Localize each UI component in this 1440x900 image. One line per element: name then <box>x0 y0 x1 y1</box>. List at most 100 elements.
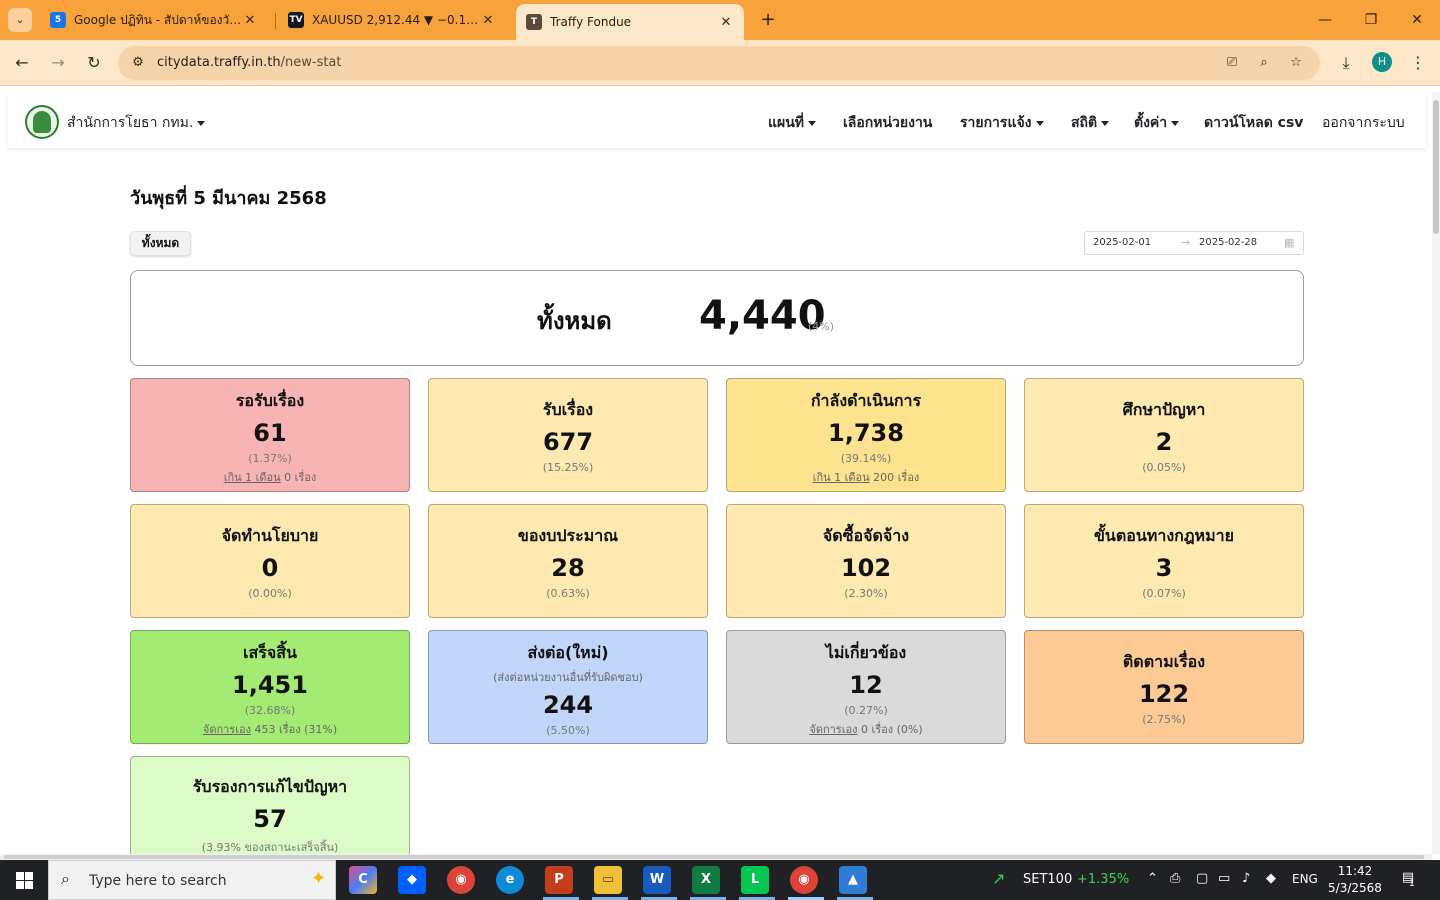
excel-icon[interactable]: X <box>692 866 720 894</box>
language-indicator[interactable]: ENG <box>1292 872 1318 886</box>
clock-time: 11:42 <box>1337 864 1373 878</box>
line-icon[interactable]: L <box>741 866 769 894</box>
card-percent: (1.37%) <box>248 452 292 465</box>
card-note: จัดการเอง 0 เรื่อง (0%) <box>727 720 1005 738</box>
arrow-right-icon: → <box>1181 236 1191 249</box>
tradingview-icon: TV <box>288 12 304 28</box>
tab-tradingview[interactable]: TV XAUUSD 2,912.44 ▼ −0.19% ไม่มีชื่อ ✕ <box>278 6 506 34</box>
copilot-icon[interactable]: C <box>349 866 377 894</box>
card-title: รับเรื่อง <box>542 400 594 419</box>
printer-icon[interactable]: ⎙ <box>1170 871 1180 886</box>
install-app-icon[interactable]: ⎚ <box>1220 51 1244 75</box>
date-range-picker[interactable]: 2025-02-01 → 2025-02-28 ▦ <box>1084 231 1304 255</box>
status-card-legal[interactable]: ขั้นตอนทางกฎหมาย 3 (0.07%) <box>1024 504 1304 618</box>
status-card-follow-up[interactable]: ติดตามเรื่อง 122 (2.75%) <box>1024 630 1304 744</box>
self-handled-link[interactable]: จัดการเอง <box>203 723 251 736</box>
powerpoint-icon[interactable]: P <box>545 866 573 894</box>
status-card-policy[interactable]: จัดทำนโยบาย 0 (0.00%) <box>130 504 410 618</box>
scrollbar-thumb[interactable] <box>4 855 1424 859</box>
volume-icon[interactable]: ♪ <box>1242 871 1250 886</box>
card-percent: (0.27%) <box>844 704 888 717</box>
reload-icon[interactable]: ↻ <box>80 49 108 77</box>
network-icon[interactable]: ▭ <box>1218 871 1230 886</box>
site-info-icon[interactable]: ⚙ <box>126 51 150 75</box>
nav-select-agency[interactable]: เลือกหน่วยงาน <box>843 112 932 134</box>
card-note-text: 0 เรื่อง (0%) <box>857 723 923 736</box>
url-text[interactable]: citydata.traffy.in.th/new-stat <box>157 55 342 70</box>
org-selector[interactable]: สำนักการโยธา กทม. <box>67 112 206 134</box>
nav-stats[interactable]: สถิติ <box>1071 112 1110 134</box>
file-explorer-icon[interactable]: ▭ <box>594 866 622 894</box>
tab-google-calendar[interactable]: 5 Google ปฏิทิน - สัปดาห์ของวันที่ 2 มีน… <box>40 6 268 34</box>
forward-icon[interactable]: → <box>44 49 72 77</box>
status-card-study[interactable]: ศึกษาปัญหา 2 (0.05%) <box>1024 378 1304 492</box>
back-icon[interactable]: ← <box>8 49 36 77</box>
notification-center-icon[interactable]: ▤ 1 <box>1398 870 1418 890</box>
chrome-profile-icon[interactable]: ◉ <box>790 866 818 894</box>
total-summary[interactable]: ทั้งหมด 4,440 (4%) <box>130 270 1304 366</box>
overdue-link[interactable]: เกิน 1 เดือน <box>224 471 281 484</box>
dropbox-icon[interactable]: ◆ <box>398 866 426 894</box>
nav-map[interactable]: แผนที่ <box>768 112 817 134</box>
chevron-down-icon <box>1101 120 1110 126</box>
page-vertical-scrollbar[interactable] <box>1432 92 1440 854</box>
restore-button[interactable]: ❐ <box>1348 0 1394 40</box>
bookmark-star-icon[interactable]: ☆ <box>1284 51 1308 75</box>
tab-search-button[interactable]: ⌄ <box>8 8 32 32</box>
status-card-resolution-certified[interactable]: รับรองการแก้ไขปัญหา 57 (3.93% ของสถานะเส… <box>130 756 410 854</box>
nav-download-csv[interactable]: ดาวน์โหลด csv <box>1204 112 1303 134</box>
tab-traffy-fondue[interactable]: T Traffy Fondue ✕ <box>516 4 744 40</box>
status-card-procurement[interactable]: จัดซื้อจัดจ้าง 102 (2.30%) <box>726 504 1006 618</box>
chevron-up-icon[interactable]: ⌃ <box>1147 871 1158 886</box>
nav-reports[interactable]: รายการแจ้ง <box>960 112 1044 134</box>
chevron-down-icon <box>1035 120 1044 126</box>
menu-kebab-icon[interactable]: ⋮ <box>1404 49 1432 77</box>
scrollbar-thumb[interactable] <box>1433 100 1439 234</box>
profile-avatar[interactable]: H <box>1372 52 1392 72</box>
status-card-received[interactable]: รับเรื่อง 677 (15.25%) <box>428 378 708 492</box>
minimize-button[interactable]: — <box>1302 0 1348 40</box>
bma-logo[interactable] <box>25 105 59 139</box>
device-icon[interactable]: ▢ <box>1196 871 1208 886</box>
zoom-icon[interactable]: ⌕ <box>1252 51 1276 75</box>
status-card-budget[interactable]: ของบประมาณ 28 (0.63%) <box>428 504 708 618</box>
close-window-button[interactable]: ✕ <box>1394 0 1440 40</box>
filter-all-button[interactable]: ทั้งหมด <box>130 231 191 256</box>
status-card-waiting[interactable]: รอรับเรื่อง 61 (1.37%) เกิน 1 เดือน 0 เร… <box>130 378 410 492</box>
clock-date: 5/3/2568 <box>1328 881 1382 895</box>
stock-name[interactable]: SET100 <box>1023 872 1072 887</box>
nav-settings[interactable]: ตั้งค่า <box>1134 112 1180 134</box>
card-title: รอรับเรื่อง <box>235 391 305 410</box>
status-card-completed[interactable]: เสร็จสิ้น 1,451 (32.68%) จัดการเอง 453 เ… <box>130 630 410 744</box>
photos-icon[interactable]: ▲ <box>839 866 867 894</box>
date-to[interactable]: 2025-02-28 <box>1199 237 1257 248</box>
start-button[interactable] <box>0 860 48 900</box>
edge-icon[interactable]: e <box>496 866 524 894</box>
taskbar-search[interactable]: ⌕ Type here to search ✦ <box>48 860 336 900</box>
download-icon[interactable]: ⤓ <box>1332 49 1360 77</box>
close-icon[interactable]: ✕ <box>718 15 734 30</box>
card-subtitle: (ส่งต่อหน่วยงานอื่นที่รับผิดชอบ) <box>493 671 643 684</box>
chrome-icon[interactable]: ◉ <box>447 866 475 894</box>
address-bar[interactable]: ⚙ citydata.traffy.in.th/new-stat ⎚ ⌕ ☆ <box>118 46 1320 80</box>
close-icon[interactable]: ✕ <box>480 13 496 28</box>
search-icon: ⌕ <box>61 869 70 888</box>
nav-logout[interactable]: ออกจากระบบ <box>1322 112 1405 134</box>
card-note-text: 200 เรื่อง <box>869 471 920 484</box>
word-icon[interactable]: W <box>643 866 671 894</box>
nav-logout-label: ออกจากระบบ <box>1322 115 1405 131</box>
dropbox-tray-icon[interactable]: ◆ <box>1266 871 1276 886</box>
status-card-in-progress[interactable]: กำลังดำเนินการ 1,738 (39.14%) เกิน 1 เดื… <box>726 378 1006 492</box>
status-card-forwarded[interactable]: ส่งต่อ(ใหม่) (ส่งต่อหน่วยงานอื่นที่รับผิ… <box>428 630 708 744</box>
close-icon[interactable]: ✕ <box>242 13 258 28</box>
self-handled-link[interactable]: จัดการเอง <box>809 723 857 736</box>
status-card-irrelevant[interactable]: ไม่เกี่ยวข้อง 12 (0.27%) จัดการเอง 0 เรื… <box>726 630 1006 744</box>
nav-stats-label: สถิติ <box>1071 115 1098 131</box>
clock[interactable]: 11:42 5/3/2568 <box>1327 863 1383 897</box>
new-tab-button[interactable]: + <box>756 8 780 32</box>
tab-label: Traffy Fondue <box>550 15 632 29</box>
stock-change[interactable]: +1.35% <box>1077 872 1129 887</box>
overdue-link[interactable]: เกิน 1 เดือน <box>813 471 870 484</box>
date-from[interactable]: 2025-02-01 <box>1093 237 1151 248</box>
card-title: ของบประมาณ <box>517 526 619 545</box>
